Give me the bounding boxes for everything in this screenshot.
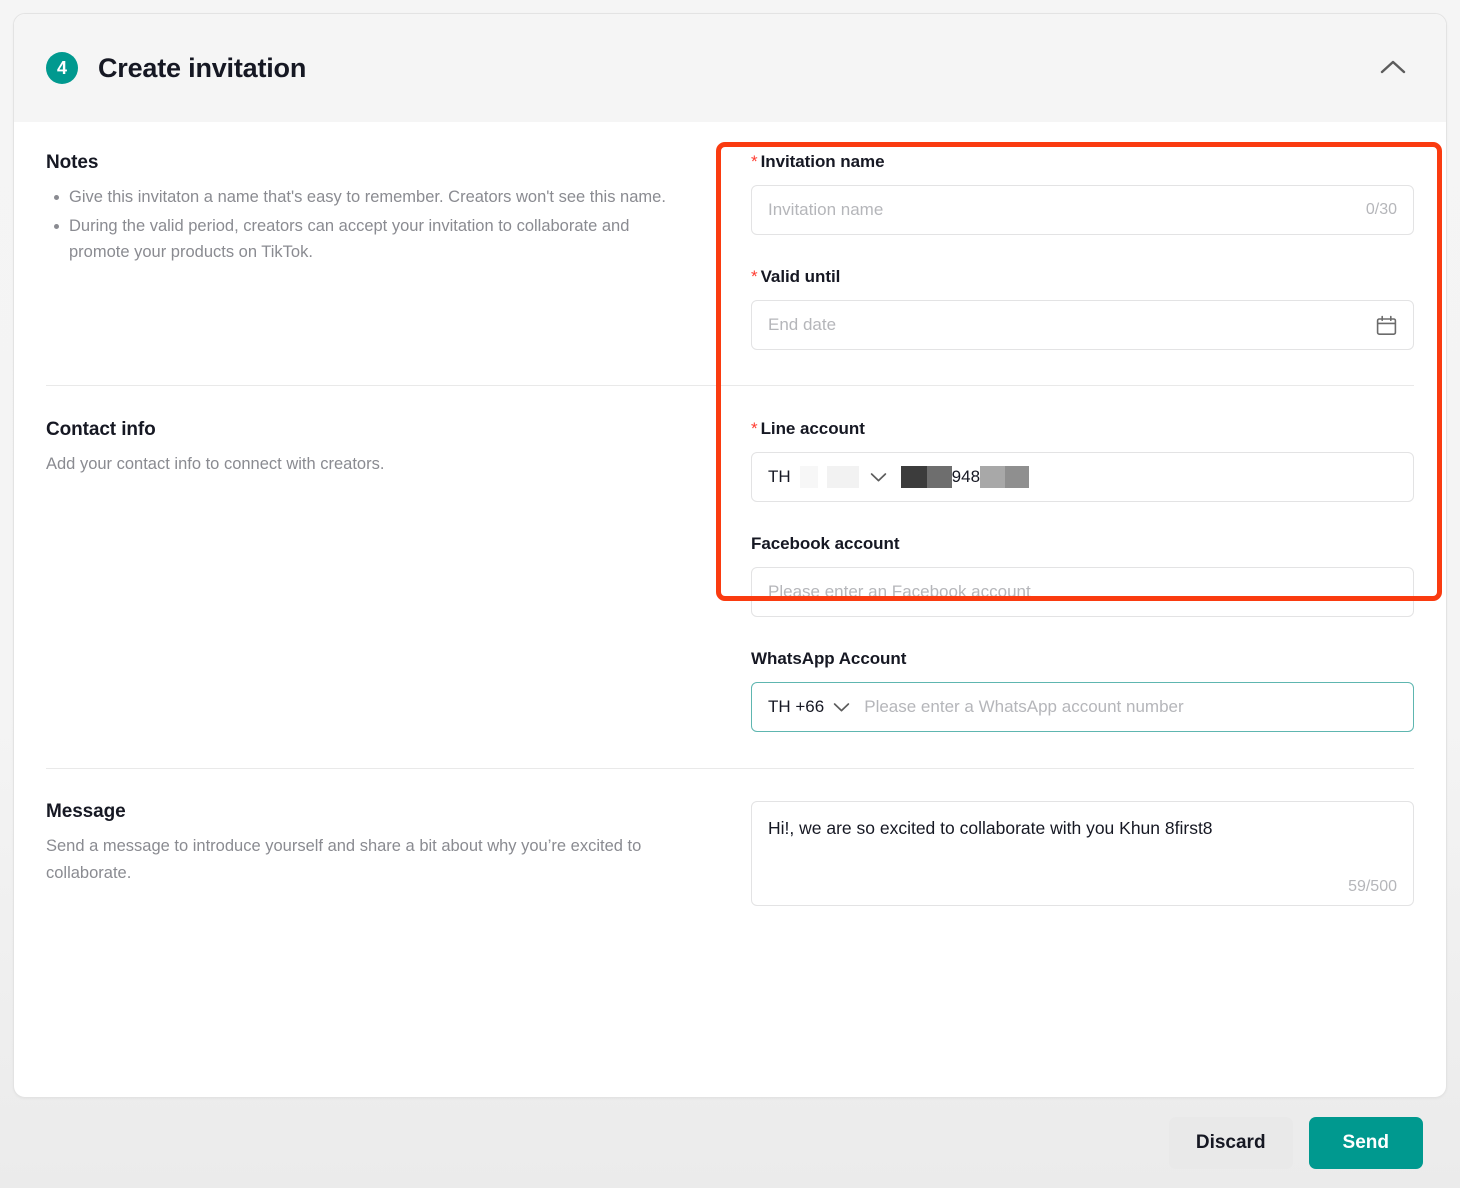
line-account-label: * Line account [751,419,1414,439]
redaction-block [926,466,952,488]
chevron-down-icon [833,702,850,713]
line-number-visible-digits: 948 [951,467,981,486]
card-body: Notes Give this invitaton a name that's … [14,122,1446,906]
line-country-code-select[interactable]: TH [752,453,901,501]
required-asterisk: * [751,267,758,286]
redaction-block [900,466,927,488]
line-account-label-text: Line account [760,419,865,438]
message-field-column: Hi!, we are so excited to collaborate wi… [722,801,1414,906]
message-counter: 59/500 [1348,878,1397,895]
field-facebook-account: Facebook account Please enter an Faceboo… [751,534,1414,617]
whatsapp-account-placeholder: Please enter a WhatsApp account number [864,697,1184,716]
discard-button[interactable]: Discard [1168,1117,1293,1169]
line-number-value-group[interactable]: 948 [900,466,1413,488]
footer-actions: Discard Send [0,1098,1460,1188]
facebook-account-input[interactable]: Please enter an Facebook account [751,567,1414,617]
message-textarea[interactable]: Hi!, we are so excited to collaborate wi… [751,801,1414,906]
invitation-name-input[interactable]: Invitation name 0/30 [751,185,1414,235]
list-item: Give this invitaton a name that's easy t… [54,184,686,211]
whatsapp-account-label: WhatsApp Account [751,649,907,668]
create-invitation-card: 4 Create invitation Notes Give this invi… [13,13,1447,1098]
send-button[interactable]: Send [1308,1117,1423,1169]
message-textarea-value: Hi!, we are so excited to collaborate wi… [768,818,1213,838]
whatsapp-account-input[interactable]: TH +66 Please enter a WhatsApp account n… [751,682,1414,732]
valid-until-date-input[interactable]: End date [751,300,1414,350]
valid-until-label-text: Valid until [760,267,841,286]
contact-info-column: Contact info Add your contact info to co… [46,419,722,732]
field-whatsapp-account: WhatsApp Account TH +66 Please enter a W… [751,649,1414,732]
invitation-name-placeholder: Invitation name [768,200,884,219]
contact-fields-column: * Line account TH 948 Facebook account P… [722,419,1414,732]
page-title: Create invitation [98,52,307,83]
valid-until-placeholder: End date [768,315,837,334]
redaction-block [826,466,859,488]
whatsapp-country-code-value: TH +66 [768,697,825,716]
line-account-input[interactable]: TH 948 [751,452,1414,502]
redaction-block [1005,466,1030,488]
redaction-block [799,466,818,488]
facebook-account-label: Facebook account [751,534,900,553]
field-line-account: * Line account TH 948 [751,419,1414,502]
invitation-fields-column: * Invitation name Invitation name 0/30 * V… [722,152,1414,350]
list-item: During the valid period, creators can ac… [54,213,686,266]
message-heading: Message [46,801,126,822]
contact-info-heading: Contact info [46,419,156,440]
invitation-name-counter: 0/30 [1365,201,1397,218]
redaction-block [980,466,1006,488]
message-subtitle: Send a message to introduce yourself and… [46,837,642,882]
section-notes: Notes Give this invitaton a name that's … [14,122,1446,350]
line-country-code-value: TH [768,467,791,486]
collapse-section-button[interactable] [1376,51,1410,85]
section-contact-info: Contact info Add your contact info to co… [14,386,1446,732]
field-invitation-name: * Invitation name Invitation name 0/30 [751,152,1414,235]
required-asterisk: * [751,152,758,171]
screen-root: 4 Create invitation Notes Give this invi… [0,0,1460,1188]
step-number-badge: 4 [46,52,78,84]
chevron-up-icon [1380,59,1406,78]
notes-list: Give this invitaton a name that's easy t… [46,184,686,266]
valid-until-label: * Valid until [751,267,1414,287]
whatsapp-number-field[interactable]: Please enter a WhatsApp account number [864,697,1413,717]
chevron-down-icon [870,472,887,483]
notes-column: Notes Give this invitaton a name that's … [46,152,722,350]
whatsapp-country-code-select[interactable]: TH +66 [752,683,864,731]
invitation-name-label-text: Invitation name [760,152,885,171]
field-valid-until: * Valid until End date [751,267,1414,350]
section-message: Message Send a message to introduce your… [14,769,1446,906]
card-header: 4 Create invitation [14,14,1446,122]
contact-info-subtitle: Add your contact info to connect with cr… [46,455,385,473]
required-asterisk: * [751,419,758,438]
notes-heading: Notes [46,152,99,173]
invitation-name-label: * Invitation name [751,152,1414,172]
facebook-account-placeholder: Please enter an Facebook account [768,582,1031,601]
message-info-column: Message Send a message to introduce your… [46,801,722,906]
calendar-icon[interactable] [1376,315,1397,336]
